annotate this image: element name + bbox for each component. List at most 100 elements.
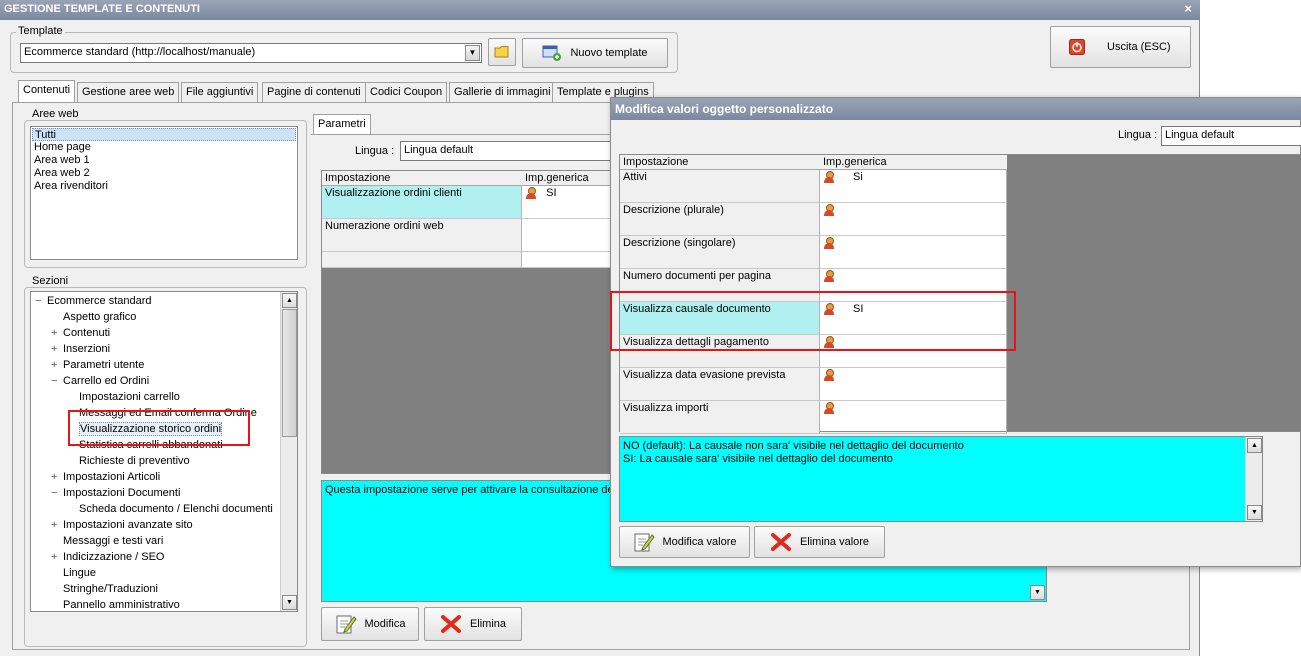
description-line: NO (default): La causale non sara' visib…: [623, 440, 964, 452]
table-row[interactable]: Descrizione (plurale): [620, 203, 820, 236]
tab-pagine-di-contenuti[interactable]: Pagine di contenuti: [262, 82, 366, 102]
lingua-select-value: Lingua default: [404, 144, 474, 156]
dialog-lingua-select[interactable]: Lingua default: [1161, 126, 1301, 146]
template-label: Template: [16, 25, 65, 37]
tree-item[interactable]: − Ecommerce standard: [35, 293, 152, 309]
scroll-down-icon[interactable]: ▼: [1247, 505, 1262, 520]
tree-item-label: Ecommerce standard: [47, 295, 152, 307]
description-scrollbar[interactable]: ▲ ▼: [1245, 437, 1262, 521]
table-row[interactable]: Numerazione ordini web: [322, 219, 522, 252]
list-item[interactable]: Area rivenditori: [32, 180, 296, 193]
table-row[interactable]: Descrizione (singolare): [620, 236, 820, 269]
elimina-valore-button[interactable]: Elimina valore: [754, 526, 885, 558]
list-item[interactable]: Area web 1: [32, 154, 296, 167]
collapse-icon[interactable]: −: [51, 485, 63, 501]
tree-item[interactable]: Aspetto grafico: [51, 309, 136, 325]
tree-item[interactable]: + Impostazioni avanzate sito: [51, 517, 193, 533]
modifica-valore-button[interactable]: Modifica valore: [619, 526, 750, 558]
expand-icon[interactable]: +: [51, 325, 63, 341]
tab-codici-coupon[interactable]: Codici Coupon: [365, 82, 448, 102]
user-icon: [823, 171, 835, 184]
edit-icon: [336, 615, 357, 634]
tree-item[interactable]: + Indicizzazione / SEO: [51, 549, 165, 565]
collapse-icon[interactable]: −: [35, 293, 47, 309]
tree-item[interactable]: + Contenuti: [51, 325, 110, 341]
aree-web-list[interactable]: Tutti Home page Area web 1 Area web 2 Ar…: [30, 126, 298, 260]
tree-scrollbar[interactable]: ▲ ▼: [280, 292, 297, 611]
tree-item[interactable]: + Parametri utente: [51, 357, 144, 373]
scroll-down-icon[interactable]: ▼: [282, 595, 297, 610]
expand-icon[interactable]: +: [51, 341, 63, 357]
red-highlight-box: [68, 410, 250, 446]
tree-item[interactable]: Scheda documento / Elenchi documenti: [67, 501, 273, 517]
template-select-value: Ecommerce standard (http://localhost/man…: [24, 46, 256, 58]
tab-contenuti[interactable]: Contenuti: [18, 80, 76, 103]
modifica-button[interactable]: Modifica: [321, 607, 419, 641]
table-cell-value[interactable]: Si: [820, 170, 1007, 203]
user-icon: [823, 369, 835, 382]
scroll-up-icon[interactable]: ▲: [282, 293, 297, 308]
modifica-label: Modifica: [364, 618, 406, 630]
description-line: SI: La causale sara' visibile nel dettag…: [623, 453, 893, 465]
elimina-button[interactable]: Elimina: [424, 607, 522, 641]
tab-gestione-aree-web[interactable]: Gestione aree web: [77, 82, 180, 102]
table-cell-value[interactable]: [820, 401, 1007, 434]
tab-gallerie-di-immagini[interactable]: Gallerie di immagini: [449, 82, 556, 102]
tree-item[interactable]: Stringhe/Traduzioni: [51, 581, 158, 597]
open-folder-button[interactable]: [488, 38, 516, 66]
scroll-thumb[interactable]: [282, 309, 297, 437]
close-icon[interactable]: ×: [1184, 1, 1192, 16]
tree-item[interactable]: + Inserzioni: [51, 341, 110, 357]
table-row[interactable]: Visualizza importi: [620, 401, 820, 434]
chevron-down-icon[interactable]: ▼: [465, 45, 480, 61]
col-impostazione: Impostazione: [623, 156, 689, 168]
tree-item-label: Stringhe/Traduzioni: [63, 583, 158, 595]
dialog-description[interactable]: NO (default): La causale non sara' visib…: [619, 436, 1263, 522]
tree-item[interactable]: Lingue: [51, 565, 96, 581]
expand-icon[interactable]: +: [51, 517, 63, 533]
tree-item[interactable]: Impostazioni carrello: [67, 389, 180, 405]
tree-item-label: Pannello amministrativo: [63, 599, 180, 611]
expand-icon[interactable]: +: [51, 469, 63, 485]
collapse-icon[interactable]: −: [51, 373, 63, 389]
table-row[interactable]: Visualizzazione ordini clienti: [322, 186, 522, 219]
tree-item[interactable]: Richieste di preventivo: [67, 453, 190, 469]
sezioni-tree[interactable]: − Ecommerce standard Aspetto grafico + Conte…: [30, 291, 298, 612]
tree-item[interactable]: Messaggi e testi vari: [51, 533, 163, 549]
table-row[interactable]: Attivi: [620, 170, 820, 203]
table-cell-value[interactable]: [820, 236, 1007, 269]
tree-item-label: Impostazioni Articoli: [63, 471, 161, 483]
table-cell-value[interactable]: SI: [522, 186, 611, 219]
new-template-button[interactable]: Nuovo template: [522, 38, 668, 68]
table-cell-value[interactable]: [522, 219, 611, 252]
tab-parametri[interactable]: Parametri: [313, 114, 371, 135]
list-item[interactable]: Home page: [32, 141, 296, 154]
tree-item-label: Indicizzazione / SEO: [63, 551, 165, 563]
expand-icon[interactable]: +: [51, 357, 63, 373]
dialog-lingua-label: Lingua :: [1118, 129, 1158, 141]
scroll-up-icon[interactable]: ▲: [1247, 438, 1262, 453]
dialog-lingua-value: Lingua default: [1165, 129, 1235, 141]
tree-item[interactable]: − Impostazioni Documenti: [51, 485, 180, 501]
list-item[interactable]: Tutti: [32, 128, 296, 141]
tab-file-aggiuntivi[interactable]: File aggiuntivi: [181, 82, 259, 102]
window-title: GESTIONE TEMPLATE E CONTENUTI: [4, 3, 200, 15]
template-select[interactable]: Ecommerce standard (http://localhost/man…: [20, 43, 482, 63]
tree-item[interactable]: Pannello amministrativo: [51, 597, 180, 611]
tree-item-label: Aspetto grafico: [63, 311, 137, 323]
tree-item[interactable]: − Carrello ed Ordini: [51, 373, 149, 389]
add-window-icon: [542, 45, 562, 61]
table-row[interactable]: Visualizza data evasione prevista: [620, 368, 820, 401]
table-cell-value[interactable]: [820, 368, 1007, 401]
new-template-label: Nuovo template: [570, 47, 648, 59]
scroll-down-icon[interactable]: ▼: [1030, 585, 1045, 600]
list-item[interactable]: Area web 2: [32, 167, 296, 180]
tree-item[interactable]: + Impostazioni Articoli: [51, 469, 160, 485]
lingua-select[interactable]: Lingua default: [400, 141, 612, 161]
table-cell-empty: [522, 252, 611, 268]
expand-icon[interactable]: +: [51, 549, 63, 565]
exit-button[interactable]: Uscita (ESC): [1050, 26, 1191, 68]
tree-item-label: Contenuti: [63, 327, 111, 339]
table-cell-value[interactable]: [820, 203, 1007, 236]
edit-icon: [634, 533, 655, 552]
